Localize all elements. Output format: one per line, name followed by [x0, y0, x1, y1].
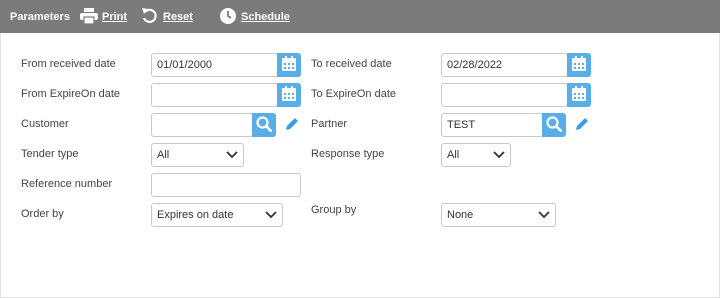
calendar-icon: [571, 55, 587, 75]
customer-label: Customer: [21, 118, 69, 130]
partner-label: Partner: [311, 118, 348, 130]
partner-edit-button[interactable]: [573, 116, 591, 134]
from-expireon-date-label: From ExpireOn date: [21, 88, 121, 100]
partner-input[interactable]: TEST: [441, 113, 543, 137]
response-type-value: All: [447, 149, 460, 161]
order-by-label: Order by: [21, 208, 64, 220]
to-received-date-calendar-button[interactable]: [567, 53, 591, 77]
group-by-value: None: [447, 209, 474, 221]
reset-label: Reset: [163, 11, 193, 23]
toolbar: Parameters Print Reset Schedule: [0, 0, 720, 33]
reset-button[interactable]: Reset: [141, 7, 193, 28]
tender-type-label: Tender type: [21, 148, 79, 160]
from-expireon-date-input[interactable]: [151, 83, 278, 107]
to-expireon-date-calendar-button[interactable]: [567, 83, 591, 107]
response-type-select[interactable]: All: [441, 143, 511, 167]
search-icon: [546, 115, 563, 135]
group-by-label: Group by: [311, 204, 357, 216]
printer-icon: [80, 7, 102, 27]
customer-edit-button[interactable]: [283, 116, 301, 134]
order-by-value: Expires on date: [157, 209, 234, 221]
calendar-icon: [281, 85, 297, 105]
from-received-date-calendar-button[interactable]: [277, 53, 301, 77]
pencil-icon: [284, 116, 300, 135]
pencil-icon: [574, 116, 590, 135]
chevron-down-icon: [265, 211, 277, 219]
schedule-label: Schedule: [241, 11, 290, 23]
calendar-icon: [571, 85, 587, 105]
chevron-down-icon: [493, 151, 505, 159]
to-received-date-input[interactable]: 02/28/2022: [441, 53, 568, 77]
order-by-select[interactable]: Expires on date: [151, 203, 283, 227]
toolbar-title: Parameters: [10, 11, 70, 23]
customer-input[interactable]: [151, 113, 253, 137]
schedule-button[interactable]: Schedule: [219, 7, 290, 28]
chevron-down-icon: [226, 151, 238, 159]
customer-search-button[interactable]: [252, 113, 276, 137]
reference-number-input[interactable]: [151, 173, 301, 197]
partner-search-button[interactable]: [542, 113, 566, 137]
to-expireon-date-input[interactable]: [441, 83, 568, 107]
search-icon: [256, 115, 273, 135]
print-label: Print: [102, 11, 128, 23]
undo-icon: [141, 7, 163, 28]
to-received-date-label: To received date: [311, 58, 392, 70]
tender-type-select[interactable]: All: [151, 143, 244, 167]
clock-icon: [219, 7, 241, 28]
response-type-label: Response type: [311, 148, 385, 160]
tender-type-value: All: [157, 149, 170, 161]
to-expireon-date-label: To ExpireOn date: [311, 88, 396, 100]
print-button[interactable]: Print: [80, 7, 128, 27]
calendar-icon: [281, 55, 297, 75]
chevron-down-icon: [538, 211, 550, 219]
from-received-date-label: From received date: [21, 58, 116, 70]
reference-number-label: Reference number: [21, 178, 113, 190]
group-by-select[interactable]: None: [441, 203, 556, 227]
parameters-panel: [0, 33, 720, 298]
from-received-date-input[interactable]: 01/01/2000: [151, 53, 278, 77]
from-expireon-date-calendar-button[interactable]: [277, 83, 301, 107]
